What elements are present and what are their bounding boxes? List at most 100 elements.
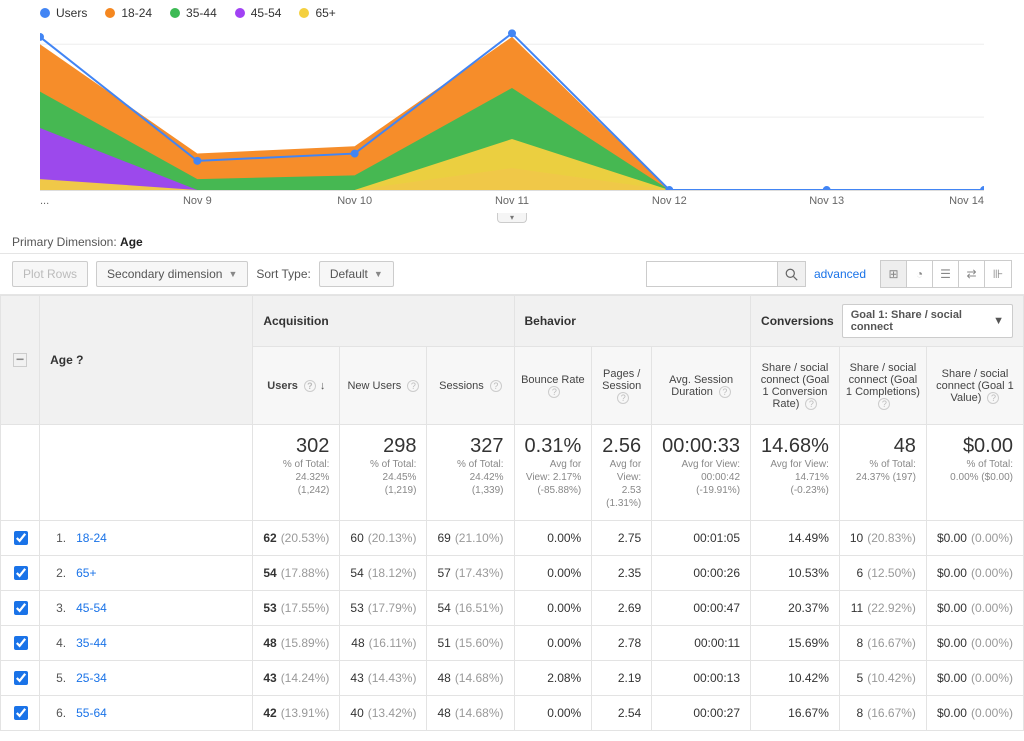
col-head[interactable]: Users ?↓: [253, 347, 340, 425]
data-cell: 2.69: [592, 591, 652, 626]
data-cell: 5(10.42%): [839, 661, 926, 696]
row-checkbox[interactable]: [14, 706, 28, 720]
col-head[interactable]: Share / social connect (Goal 1 Value) ?: [926, 347, 1023, 425]
data-cell: 62(20.53%): [253, 521, 340, 556]
age-link[interactable]: 45-54: [76, 601, 107, 615]
col-head[interactable]: Avg. Session Duration ?: [652, 347, 751, 425]
age-link[interactable]: 55-64: [76, 706, 107, 720]
sort-type-button[interactable]: Default▼: [319, 261, 394, 287]
data-cell: $0.00(0.00%): [926, 556, 1023, 591]
legend-item[interactable]: 18-24: [105, 6, 152, 20]
data-cell: $0.00(0.00%): [926, 521, 1023, 556]
data-cell: $0.00(0.00%): [926, 626, 1023, 661]
help-icon[interactable]: ?: [490, 380, 502, 392]
legend-item[interactable]: 65+: [299, 6, 335, 20]
view-table-icon[interactable]: ⊞: [881, 261, 907, 287]
chart-point[interactable]: [823, 186, 831, 190]
help-icon[interactable]: ?: [719, 386, 731, 398]
x-tick: ...: [40, 191, 119, 207]
age-link[interactable]: 35-44: [76, 636, 107, 650]
goal-selector[interactable]: Goal 1: Share / social connect ▼: [842, 304, 1013, 338]
legend-label: 65+: [315, 6, 335, 20]
help-icon[interactable]: ?: [76, 353, 83, 367]
data-cell: 69(21.10%): [427, 521, 514, 556]
col-head[interactable]: New Users ?: [340, 347, 427, 425]
data-cell: 2.19: [592, 661, 652, 696]
data-cell: 0.00%: [514, 591, 592, 626]
data-cell: 2.75: [592, 521, 652, 556]
view-pivot-icon[interactable]: ⊪: [985, 261, 1011, 287]
help-icon[interactable]: ?: [878, 398, 890, 410]
chart-point[interactable]: [980, 186, 984, 190]
data-cell: $0.00(0.00%): [926, 591, 1023, 626]
chart-point[interactable]: [508, 29, 516, 37]
x-tick: Nov 13: [748, 191, 905, 207]
age-link[interactable]: 25-34: [76, 671, 107, 685]
data-cell: 60(20.13%): [340, 521, 427, 556]
search-button[interactable]: [777, 262, 805, 286]
chart-point[interactable]: [351, 150, 359, 158]
data-cell: 00:00:27: [652, 696, 751, 731]
col-head[interactable]: Share / social connect (Goal 1 Conversio…: [751, 347, 840, 425]
legend-item[interactable]: 45-54: [235, 6, 282, 20]
help-icon[interactable]: ?: [548, 386, 560, 398]
row-checkbox[interactable]: [14, 636, 28, 650]
summary-row: 302% of Total: 24.32% (1,242)298% of Tot…: [1, 425, 1024, 521]
table-row: 3.45-5453(17.55%)53(17.79%)54(16.51%)0.0…: [1, 591, 1024, 626]
secondary-dimension-button[interactable]: Secondary dimension▼: [96, 261, 248, 287]
view-pie-icon[interactable]: ◔: [907, 261, 933, 287]
legend-swatch: [105, 8, 115, 18]
legend-item[interactable]: Users: [40, 6, 87, 20]
row-index: 2.: [50, 566, 66, 580]
legend-label: 18-24: [121, 6, 152, 20]
data-cell: 8(16.67%): [839, 696, 926, 731]
help-icon[interactable]: ?: [987, 392, 999, 404]
data-cell: 00:00:26: [652, 556, 751, 591]
help-icon[interactable]: ?: [407, 380, 419, 392]
table-row: 2.65+54(17.88%)54(18.12%)57(17.43%)0.00%…: [1, 556, 1024, 591]
x-tick: Nov 9: [119, 191, 276, 207]
data-cell: 14.49%: [751, 521, 840, 556]
data-cell: 2.54: [592, 696, 652, 731]
data-cell: 2.35: [592, 556, 652, 591]
data-cell: 8(16.67%): [839, 626, 926, 661]
col-head[interactable]: Pages / Session ?: [592, 347, 652, 425]
collapse-toggle[interactable]: −: [13, 353, 27, 367]
chevron-down-icon: ▼: [228, 269, 237, 279]
row-checkbox[interactable]: [14, 531, 28, 545]
help-icon[interactable]: ?: [304, 380, 316, 392]
data-cell: 48(16.11%): [340, 626, 427, 661]
advanced-link[interactable]: advanced: [814, 267, 866, 281]
data-cell: 43(14.24%): [253, 661, 340, 696]
view-bars-icon[interactable]: ☰: [933, 261, 959, 287]
search-box: [646, 261, 806, 287]
chart-expand-icon[interactable]: ▾: [497, 213, 527, 223]
row-checkbox[interactable]: [14, 671, 28, 685]
col-head[interactable]: Share / social connect (Goal 1 Completio…: [839, 347, 926, 425]
help-icon[interactable]: ?: [617, 392, 629, 404]
data-cell: 00:00:13: [652, 661, 751, 696]
summary-cell: 302% of Total: 24.32% (1,242): [253, 425, 340, 521]
data-cell: 54(16.51%): [427, 591, 514, 626]
primary-dimension-label: Primary Dimension:: [12, 235, 117, 249]
legend-item[interactable]: 35-44: [170, 6, 217, 20]
age-link[interactable]: 65+: [76, 566, 96, 580]
data-cell: 54(17.88%): [253, 556, 340, 591]
age-link[interactable]: 18-24: [76, 531, 107, 545]
help-icon[interactable]: ?: [805, 398, 817, 410]
row-index: 3.: [50, 601, 66, 615]
summary-cell: 327% of Total: 24.42% (1,339): [427, 425, 514, 521]
row-checkbox[interactable]: [14, 601, 28, 615]
col-head[interactable]: Sessions ?: [427, 347, 514, 425]
col-head[interactable]: Bounce Rate ?: [514, 347, 592, 425]
search-input[interactable]: [647, 262, 777, 286]
legend-swatch: [235, 8, 245, 18]
row-checkbox[interactable]: [14, 566, 28, 580]
data-cell: 53(17.55%): [253, 591, 340, 626]
chart-x-axis: ...Nov 9Nov 10Nov 11Nov 12Nov 13Nov 14: [40, 191, 984, 207]
group-head-acquisition: Acquisition: [253, 296, 514, 347]
col-head-age[interactable]: Age ?: [40, 296, 253, 425]
chart-point[interactable]: [193, 157, 201, 165]
x-tick: Nov 14: [905, 191, 984, 207]
view-compare-icon[interactable]: ⇄: [959, 261, 985, 287]
